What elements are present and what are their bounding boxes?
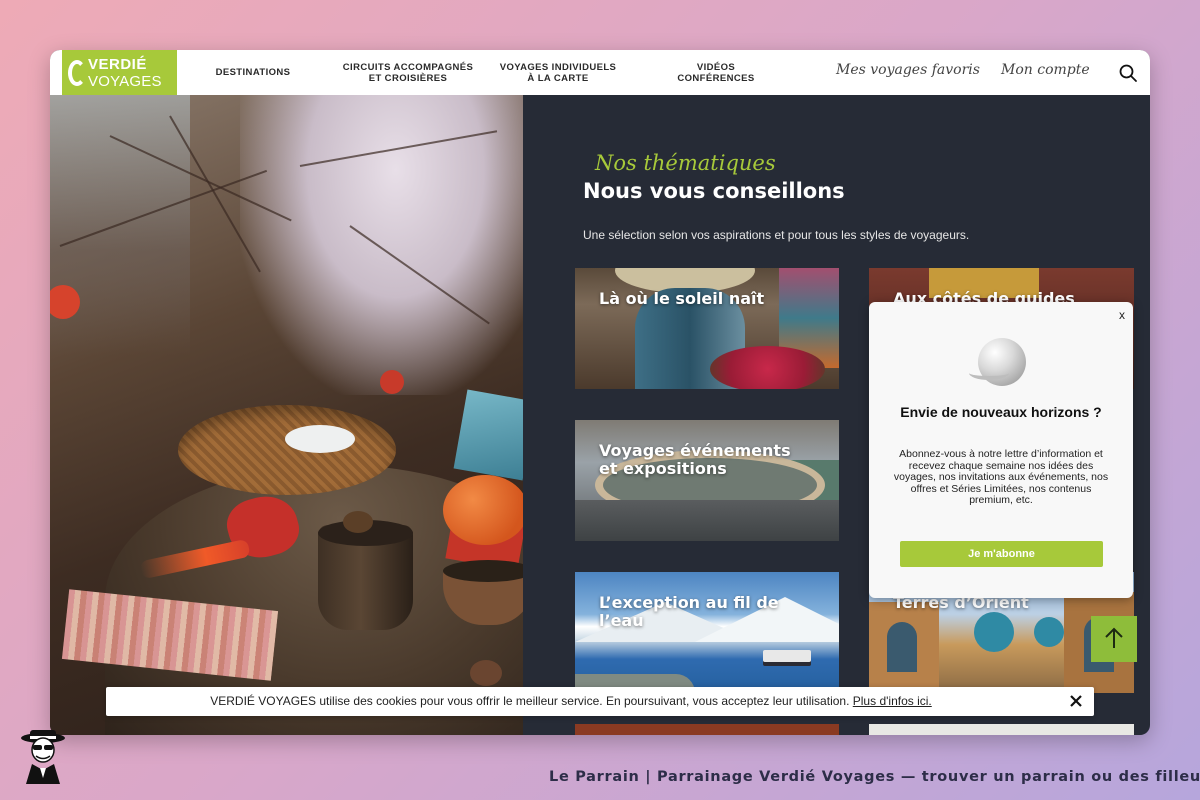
cookie-text: VERDIÉ VOYAGES utilise des cookies pour … — [210, 694, 850, 708]
popup-title: Envie de nouveaux horizons ? — [900, 404, 1102, 420]
browser-frame: VERDIÉ VOYAGES DESTINATIONS CIRCUITS ACC… — [50, 50, 1150, 735]
theme-card-evenements[interactable]: Voyages événements et expositions — [575, 420, 839, 541]
search-icon[interactable] — [1118, 63, 1138, 83]
theme-card-label: L’exception au fil de l’eau — [599, 593, 779, 630]
nav-videos-conferences[interactable]: VIDÉOS CONFÉRENCES — [668, 50, 764, 95]
theme-card-partial[interactable] — [869, 724, 1134, 735]
page-caption: Le Parrain | Parrainage Verdié Voyages —… — [549, 769, 1200, 785]
popup-text: Abonnez-vous à notre lettre d’informatio… — [893, 448, 1109, 506]
logo-line1: VERDIÉ — [88, 56, 147, 73]
cookie-close-icon[interactable] — [1068, 693, 1084, 709]
popup-close-button[interactable]: x — [1119, 308, 1125, 322]
site-header: VERDIÉ VOYAGES DESTINATIONS CIRCUITS ACC… — [50, 50, 1150, 95]
logo-swoosh-icon — [68, 60, 86, 86]
section-subtitle: Une sélection selon vos aspirations et p… — [583, 228, 970, 242]
theme-card-label: Voyages événements et expositions — [599, 441, 791, 478]
parrain-mascot-icon — [21, 730, 65, 784]
nav-account[interactable]: Mon compte — [1001, 62, 1090, 78]
nav-destinations[interactable]: DESTINATIONS — [208, 50, 298, 95]
nav-voyages-individuels[interactable]: VOYAGES INDIVIDUELS À LA CARTE — [498, 50, 618, 95]
section-title: Nous vous conseillons — [583, 179, 845, 203]
theme-card-partial[interactable] — [575, 724, 839, 735]
subscribe-button[interactable]: Je m'abonne — [900, 541, 1103, 567]
hero-photo — [50, 95, 523, 735]
logo-line2: VOYAGES — [88, 73, 162, 90]
nav-circuits[interactable]: CIRCUITS ACCOMPAGNÉS ET CROISIÈRES — [338, 50, 478, 95]
globe-swoosh-icon — [969, 366, 1009, 380]
newsletter-popup: x Envie de nouveaux horizons ? Abonnez-v… — [869, 302, 1133, 598]
cookie-banner: VERDIÉ VOYAGES utilise des cookies pour … — [106, 687, 1094, 716]
theme-card-soleil[interactable]: Là où le soleil naît — [575, 268, 839, 389]
cookie-more-info-link[interactable]: Plus d'infos ici. — [853, 694, 932, 708]
scroll-to-top-arrow-icon[interactable] — [1091, 616, 1137, 662]
cookie-text-line: VERDIÉ VOYAGES utilise des cookies pour … — [106, 687, 1036, 716]
nav-favorites[interactable]: Mes voyages favoris — [836, 62, 980, 78]
theme-card-fil-de-leau[interactable]: L’exception au fil de l’eau — [575, 572, 839, 693]
verdie-logo[interactable]: VERDIÉ VOYAGES — [62, 50, 177, 95]
section-eyebrow: Nos thématiques — [595, 151, 776, 175]
theme-card-label: Là où le soleil naît — [599, 289, 765, 308]
